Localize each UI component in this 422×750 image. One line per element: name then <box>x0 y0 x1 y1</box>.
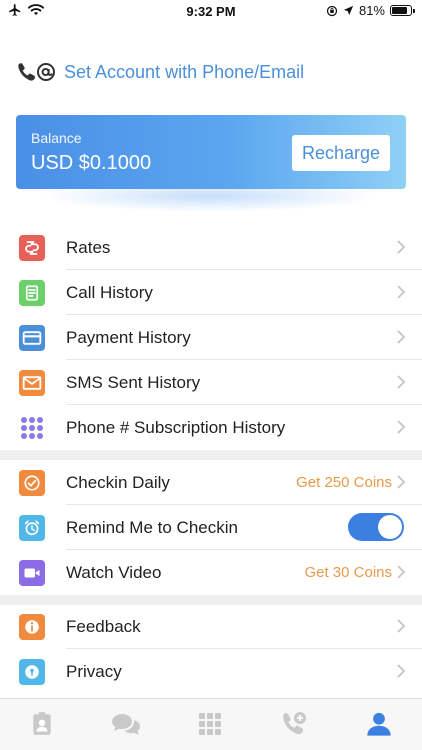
checkin-icon <box>19 470 45 496</box>
call-add-icon <box>283 712 306 735</box>
battery-icon <box>390 5 415 16</box>
chevron-right-icon <box>397 619 406 633</box>
phone-at-icon <box>18 63 55 81</box>
payment-history-label: Payment History <box>66 327 191 347</box>
menu-section-records: Rates Call History Payment History SMS S… <box>0 225 422 460</box>
payment-history-row[interactable]: Payment History <box>0 315 422 360</box>
chevron-right-icon <box>397 330 406 344</box>
feedback-row[interactable]: Feedback <box>0 604 422 649</box>
privacy-icon <box>19 659 45 685</box>
tab-contacts[interactable] <box>27 709 57 739</box>
messages-icon <box>112 714 140 735</box>
remind-checkin-label: Remind Me to Checkin <box>66 517 238 537</box>
battery-percent: 81% <box>358 3 385 18</box>
tab-keypad[interactable] <box>195 709 225 739</box>
rates-icon <box>19 235 45 261</box>
chevron-right-icon <box>397 375 406 389</box>
chevron-right-icon <box>397 565 406 579</box>
phone-subscription-history-label: Phone # Subscription History <box>66 417 286 437</box>
call-history-icon <box>19 280 45 306</box>
sms-sent-history-row[interactable]: SMS Sent History <box>0 360 422 405</box>
watch-video-label: Watch Video <box>66 562 162 582</box>
status-bar: 9:32 PM 81% <box>0 0 422 22</box>
chevron-right-icon <box>397 475 406 489</box>
call-history-row[interactable]: Call History <box>0 270 422 315</box>
section-separator <box>0 450 422 460</box>
keypad-icon <box>199 713 221 735</box>
rates-label: Rates <box>66 237 111 257</box>
sms-sent-history-label: SMS Sent History <box>66 372 201 392</box>
video-icon <box>19 560 45 586</box>
balance-card: Balance USD $0.1000 Recharge <box>16 115 406 189</box>
checkin-daily-label: Checkin Daily <box>66 472 170 492</box>
video-coins-hint: Get 30 Coins <box>304 564 392 581</box>
lock-rotation-icon <box>326 5 338 16</box>
tab-calls[interactable] <box>279 709 309 739</box>
menu-section-support: Feedback Privacy <box>0 604 422 694</box>
payment-history-icon <box>19 325 45 351</box>
chevron-right-icon <box>397 420 406 434</box>
subscription-icon <box>19 415 45 441</box>
remind-checkin-toggle[interactable] <box>348 513 404 541</box>
call-history-label: Call History <box>66 282 153 302</box>
chevron-right-icon <box>397 240 406 254</box>
menu-section-coins: Checkin Daily Get 250 Coins Remind Me to… <box>0 460 422 605</box>
toggle-knob <box>378 515 402 539</box>
balance-label: Balance <box>31 130 82 146</box>
location-arrow-icon <box>343 5 354 16</box>
contacts-icon <box>33 712 51 735</box>
feedback-label: Feedback <box>66 616 141 636</box>
checkin-coins-hint: Get 250 Coins <box>296 474 392 491</box>
alarm-icon <box>19 515 45 541</box>
balance-value: USD $0.1000 <box>31 152 152 174</box>
recharge-button[interactable]: Recharge <box>292 135 390 171</box>
tab-messages[interactable] <box>111 709 141 739</box>
chevron-right-icon <box>397 664 406 678</box>
privacy-row[interactable]: Privacy <box>0 649 422 694</box>
set-account-label: Set Account with Phone/Email <box>64 61 305 82</box>
chevron-right-icon <box>397 285 406 299</box>
profile-icon <box>367 712 391 736</box>
watch-video-row[interactable]: Watch Video Get 30 Coins <box>0 550 422 595</box>
feedback-icon <box>19 614 45 640</box>
sms-icon <box>19 370 45 396</box>
set-account-button[interactable]: Set Account with Phone/Email <box>16 60 304 84</box>
phone-subscription-history-row[interactable]: Phone # Subscription History <box>0 405 422 450</box>
checkin-daily-row[interactable]: Checkin Daily Get 250 Coins <box>0 460 422 505</box>
tab-profile[interactable] <box>364 709 394 739</box>
tab-bar <box>0 698 422 750</box>
rates-row[interactable]: Rates <box>0 225 422 270</box>
remind-checkin-row: Remind Me to Checkin <box>0 505 422 550</box>
status-right: 81% <box>326 3 415 18</box>
privacy-label: Privacy <box>66 661 122 681</box>
